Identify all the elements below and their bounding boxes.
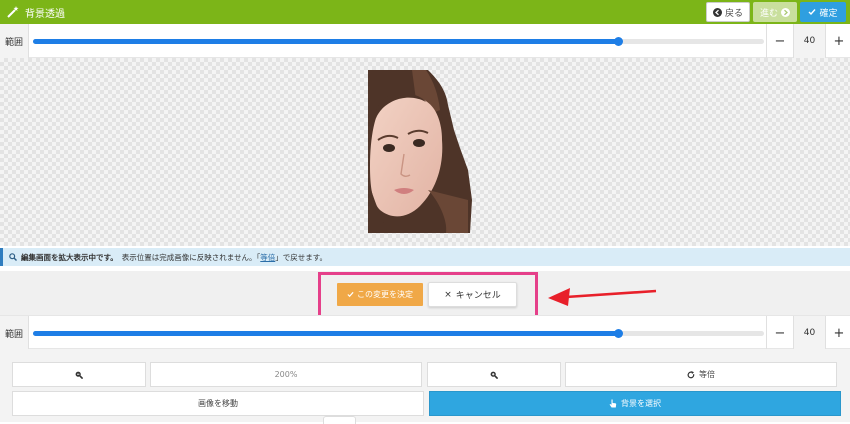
header-title-group: 背景透過 <box>7 5 65 20</box>
red-arrow-annotation <box>548 288 657 306</box>
search-icon <box>9 253 17 261</box>
range-plus-button[interactable]: + <box>825 24 850 58</box>
next-button[interactable]: 進む <box>753 2 797 22</box>
page-title: 背景透過 <box>25 8 65 20</box>
range-minus-button[interactable]: − <box>766 24 793 58</box>
confirm-button[interactable]: 確定 <box>800 2 846 22</box>
range-value: 40 <box>793 24 825 58</box>
zoom-info-bar: 編集画面を拡大表示中です。 表示位置は完成画像に反映されません。「等倍」で戻せま… <box>0 248 850 266</box>
range-slider-row-top: 範囲 − 40 + <box>0 24 850 58</box>
move-image-button[interactable]: 画像を移動 <box>12 391 424 416</box>
hand-pointer-icon <box>609 399 617 408</box>
arrow-right-circle-icon <box>781 7 790 17</box>
panel-tab-handle[interactable] <box>323 416 356 424</box>
range-plus-button[interactable]: + <box>825 316 850 350</box>
highlight-box <box>318 272 538 321</box>
back-button[interactable]: 戻る <box>706 2 750 22</box>
zoom-in-button[interactable] <box>427 362 561 387</box>
zoom-in-icon <box>490 371 498 379</box>
header-bar: 背景透過 戻る 進む 確定 <box>0 0 850 24</box>
range-label: 範囲 <box>0 316 29 350</box>
info-bold-text: 編集画面を拡大表示中です。 <box>21 252 118 262</box>
actual-size-link[interactable]: 等倍 <box>260 253 275 262</box>
check-icon <box>808 9 817 16</box>
subject-photo <box>368 70 484 233</box>
range-value: 40 <box>793 316 825 350</box>
arrow-left-circle-icon <box>713 7 722 17</box>
range-slider-thumb[interactable] <box>613 37 623 46</box>
range-slider-top[interactable] <box>33 37 764 46</box>
zoom-out-button[interactable] <box>12 362 146 387</box>
range-minus-button[interactable]: − <box>766 316 793 350</box>
actual-size-button[interactable]: 等倍 <box>565 362 837 387</box>
range-slider-row-bottom: 範囲 − 40 + <box>0 315 850 350</box>
range-label: 範囲 <box>0 24 29 58</box>
refresh-icon <box>687 370 695 378</box>
zoom-level-display: 200% <box>150 362 422 387</box>
range-slider-fill <box>33 39 618 44</box>
editing-canvas[interactable] <box>0 58 850 246</box>
select-background-button[interactable]: 背景を選択 <box>429 391 841 416</box>
magic-wand-icon <box>7 6 19 18</box>
range-slider-bottom[interactable] <box>33 329 764 338</box>
range-slider-thumb[interactable] <box>613 329 623 338</box>
zoom-out-icon <box>75 371 83 379</box>
range-slider-fill <box>33 331 618 336</box>
info-text: 表示位置は完成画像に反映されません。「等倍」で戻せます。 <box>121 252 328 262</box>
